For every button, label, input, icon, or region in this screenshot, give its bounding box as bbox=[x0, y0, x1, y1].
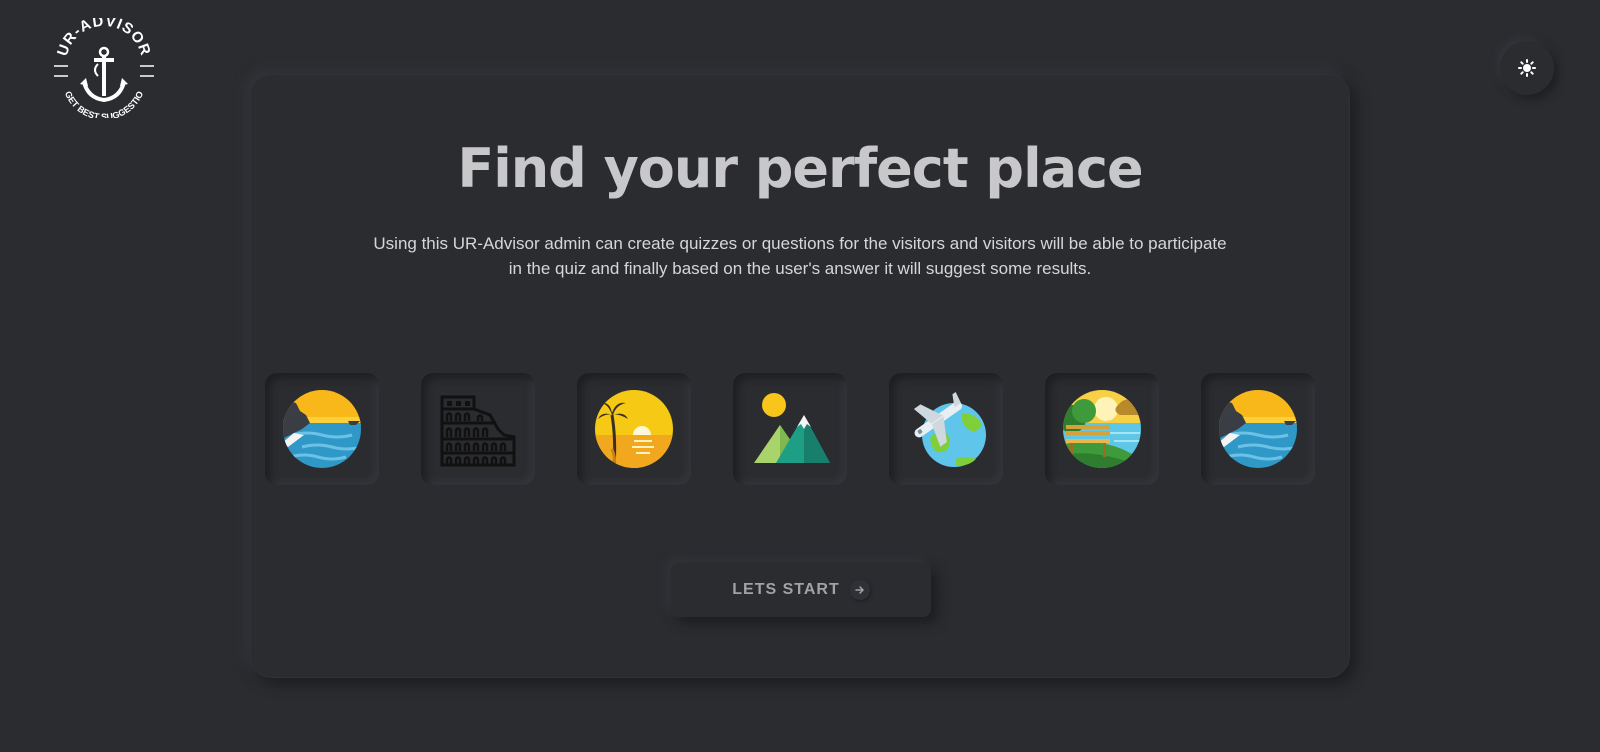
destination-tile[interactable] bbox=[1201, 373, 1315, 485]
destination-tile[interactable] bbox=[265, 373, 379, 485]
beach-cliff-icon bbox=[283, 390, 361, 468]
page-description: Using this UR-Advisor admin can create q… bbox=[373, 234, 1227, 278]
destination-tile[interactable] bbox=[577, 373, 691, 485]
lets-start-label: LETS START bbox=[732, 581, 840, 598]
arrow-right-icon bbox=[849, 580, 870, 600]
destination-tile[interactable] bbox=[1045, 373, 1159, 485]
beach-cliff-icon bbox=[1219, 390, 1297, 468]
park-bench-icon bbox=[1063, 390, 1141, 468]
page-title: Find your perfect place bbox=[457, 137, 1143, 200]
destination-tile[interactable] bbox=[421, 373, 535, 485]
palm-sunset-icon bbox=[595, 390, 673, 468]
airplane-globe-icon bbox=[913, 391, 986, 467]
colosseum-icon bbox=[440, 395, 516, 467]
theme-toggle-button[interactable] bbox=[1500, 41, 1554, 95]
sun-icon bbox=[1518, 59, 1536, 77]
destination-tile[interactable] bbox=[733, 373, 847, 485]
anchor-logo-icon: UR-ADVISOR GET BEST SUGGESTIO bbox=[54, 13, 154, 122]
mountain-icon bbox=[754, 393, 830, 463]
lets-start-button[interactable]: LETS START bbox=[671, 563, 931, 617]
brand-logo[interactable]: UR-ADVISOR GET BEST SUGGESTIO bbox=[48, 13, 160, 122]
hero-card: Find your perfect place Using this UR-Ad… bbox=[250, 74, 1350, 678]
destination-tile[interactable] bbox=[889, 373, 1003, 485]
destination-icons bbox=[265, 373, 1337, 485]
svg-text:UR-ADVISOR: UR-ADVISOR bbox=[54, 18, 154, 58]
